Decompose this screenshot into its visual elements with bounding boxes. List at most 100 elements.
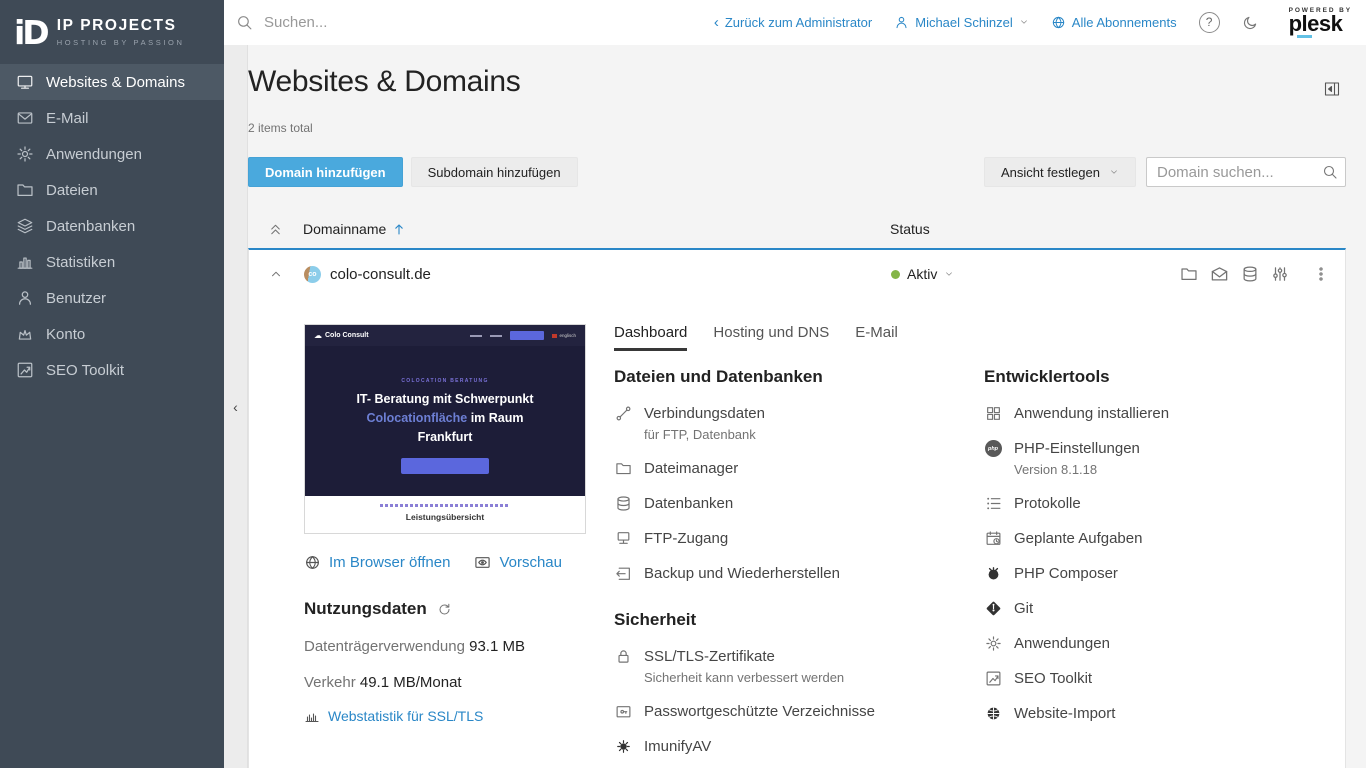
git-link[interactable]: Git xyxy=(984,600,1345,617)
preview-footer: Leistungsübersicht xyxy=(305,496,585,533)
all-subscriptions-link[interactable]: Alle Abonnements xyxy=(1051,15,1177,30)
list-item: Website-Import xyxy=(984,705,1345,722)
open-in-browser-link[interactable]: Im Browser öffnen xyxy=(304,554,450,571)
sidebar-item-dateien[interactable]: Dateien xyxy=(0,172,224,208)
item-label: FTP-Zugang xyxy=(644,530,728,547)
global-search-input[interactable] xyxy=(264,14,584,31)
collapse-sidebar-icon[interactable]: ‹ xyxy=(233,400,238,414)
connection-info-link[interactable]: Verbindungsdaten xyxy=(614,405,984,422)
refresh-icon[interactable] xyxy=(437,602,452,617)
mail-icon[interactable] xyxy=(1210,265,1229,284)
usage-section-title: Nutzungsdaten xyxy=(304,599,586,619)
row-quick-actions xyxy=(1180,265,1329,284)
databases-link[interactable]: Datenbanken xyxy=(614,495,984,512)
webstats-row: Webstatistik für SSL/TLS xyxy=(304,708,586,724)
item-label: SEO Toolkit xyxy=(1014,670,1092,687)
more-actions-icon[interactable] xyxy=(1313,266,1329,282)
scheduled-tasks-link[interactable]: Geplante Aufgaben xyxy=(984,530,1345,547)
connection-icon xyxy=(614,405,632,422)
dark-mode-icon[interactable] xyxy=(1242,14,1259,31)
ftp-access-link[interactable]: FTP-Zugang xyxy=(614,530,984,547)
preview-link[interactable]: Vorschau xyxy=(474,554,562,571)
sidebar-nav: Websites & Domains E-Mail Anwendungen Da… xyxy=(0,64,224,388)
globe-icon xyxy=(304,554,321,571)
sidebar-item-statistiken[interactable]: Statistiken xyxy=(0,244,224,280)
list-item: Geplante Aufgaben xyxy=(984,530,1345,547)
sort-asc-icon xyxy=(393,223,405,236)
cloud-icon: ☁ xyxy=(314,332,322,340)
collapse-row-icon[interactable] xyxy=(269,267,283,281)
collapse-all-icon[interactable] xyxy=(268,222,283,237)
plesk-logo: POWERED BY plesk xyxy=(1289,7,1352,39)
chevron-down-icon xyxy=(944,269,954,279)
settings-sliders-icon[interactable] xyxy=(1271,265,1289,283)
column-domainname[interactable]: Domainname xyxy=(303,221,405,237)
plesk-wordmark: plesk xyxy=(1289,14,1352,35)
sidebar-item-websites-domains[interactable]: Websites & Domains xyxy=(0,64,224,100)
bar-chart-icon xyxy=(16,253,34,271)
logs-link[interactable]: Protokolle xyxy=(984,495,1345,512)
add-subdomain-button[interactable]: Subdomain hinzufügen xyxy=(411,157,578,187)
back-to-admin-link[interactable]: ‹ Zurück zum Administrator xyxy=(714,15,872,30)
search-icon[interactable] xyxy=(1322,164,1338,183)
install-app-link[interactable]: Anwendung installieren xyxy=(984,405,1345,422)
set-view-button[interactable]: Ansicht festlegen xyxy=(984,157,1136,187)
tab-email[interactable]: E-Mail xyxy=(855,324,898,351)
preview-heading-line1: IT- Beratung mit Schwerpunkt xyxy=(356,392,533,406)
php-settings-link[interactable]: php PHP-Einstellungen xyxy=(984,440,1345,457)
status-dot xyxy=(891,270,900,279)
preview-language: englisch xyxy=(552,333,576,338)
item-label: ImunifyAV xyxy=(644,738,711,755)
website-preview-thumbnail[interactable]: ☁ Colo Consult englisch xyxy=(304,324,586,534)
search-icon xyxy=(236,14,253,31)
sidebar-item-datenbanken[interactable]: Datenbanken xyxy=(0,208,224,244)
backup-restore-link[interactable]: Backup und Wiederherstellen xyxy=(614,565,984,582)
preview-heading-line2: im Raum xyxy=(467,411,523,425)
usage-title-label: Nutzungsdaten xyxy=(304,599,427,619)
all-subscriptions-label: Alle Abonnements xyxy=(1072,15,1177,30)
website-import-link[interactable]: Website-Import xyxy=(984,705,1345,722)
tab-hosting-dns[interactable]: Hosting und DNS xyxy=(713,324,829,351)
lock-icon xyxy=(614,648,632,665)
flag-icon xyxy=(552,334,557,338)
sidebar-item-label: Datenbanken xyxy=(46,218,135,235)
imunifyav-link[interactable]: ImunifyAV xyxy=(614,738,984,755)
histogram-icon xyxy=(304,708,320,724)
seo-toolkit-link[interactable]: SEO Toolkit xyxy=(984,670,1345,687)
domain-name[interactable]: colo-consult.de xyxy=(330,266,431,283)
sidebar-item-seo-toolkit[interactable]: SEO Toolkit xyxy=(0,352,224,388)
php-composer-link[interactable]: PHP Composer xyxy=(984,565,1345,582)
hide-panel-icon[interactable] xyxy=(1324,81,1340,100)
sidebar-item-email[interactable]: E-Mail xyxy=(0,100,224,136)
sidebar-item-anwendungen[interactable]: Anwendungen xyxy=(0,136,224,172)
applications-link[interactable]: Anwendungen xyxy=(984,635,1345,652)
sidebar-item-konto[interactable]: Konto xyxy=(0,316,224,352)
tab-dashboard[interactable]: Dashboard xyxy=(614,324,687,351)
domain-search-input[interactable] xyxy=(1146,157,1346,187)
user-menu[interactable]: Michael Schinzel xyxy=(894,15,1029,30)
backup-icon xyxy=(614,565,632,582)
sidebar-item-label: Statistiken xyxy=(46,254,115,271)
domain-left-column: ☁ Colo Consult englisch xyxy=(304,324,586,755)
item-label: Datenbanken xyxy=(644,495,733,512)
webstats-link[interactable]: Webstatistik für SSL/TLS xyxy=(304,708,586,724)
sidebar-item-benutzer[interactable]: Benutzer xyxy=(0,280,224,316)
status-badge[interactable]: Aktiv xyxy=(891,266,954,282)
add-domain-button[interactable]: Domain hinzufügen xyxy=(248,157,403,187)
help-icon[interactable]: ? xyxy=(1199,12,1220,33)
topbar-links: ‹ Zurück zum Administrator Michael Schin… xyxy=(714,7,1352,39)
item-label: PHP-Einstellungen xyxy=(1014,440,1140,457)
file-manager-link[interactable]: Dateimanager xyxy=(614,460,984,477)
list-header: Domainname Status xyxy=(248,213,1346,245)
help-glyph: ? xyxy=(1206,15,1213,29)
brand-logo[interactable]: iD IP PROJECTS HOSTING BY PASSION xyxy=(0,0,224,64)
app-window: iD IP PROJECTS HOSTING BY PASSION Websit… xyxy=(0,0,1366,768)
files-icon[interactable] xyxy=(1180,265,1198,283)
list-item: Git xyxy=(984,600,1345,617)
ssl-certificates-link[interactable]: SSL/TLS-Zertifikate xyxy=(614,648,984,665)
item-label: PHP Composer xyxy=(1014,565,1118,582)
sidebar-collapse-rail[interactable]: ‹ xyxy=(224,45,248,768)
database-icon[interactable] xyxy=(1241,265,1259,283)
protected-directories-link[interactable]: Passwortgeschützte Verzeichnisse xyxy=(614,703,984,720)
database-icon xyxy=(614,495,632,512)
